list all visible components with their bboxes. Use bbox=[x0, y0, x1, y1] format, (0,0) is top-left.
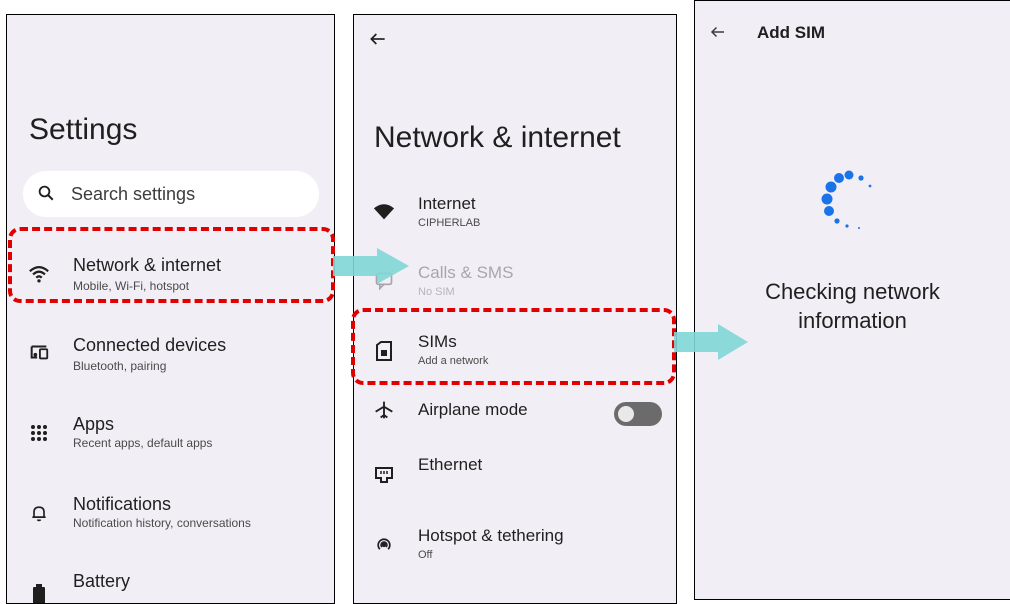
airplane-mode-toggle[interactable] bbox=[614, 402, 662, 426]
page-title: Add SIM bbox=[757, 23, 825, 42]
item-title: Connected devices bbox=[73, 335, 227, 355]
network-item-ethernet[interactable]: Ethernet bbox=[354, 455, 676, 515]
settings-item-connected-devices[interactable]: Connected devices Bluetooth, pairing bbox=[7, 330, 334, 390]
search-placeholder: Search settings bbox=[71, 184, 196, 204]
item-subtitle: Add a network bbox=[418, 355, 489, 367]
ethernet-icon bbox=[372, 463, 396, 487]
search-icon bbox=[37, 184, 55, 207]
item-title: Apps bbox=[73, 414, 115, 434]
item-title: Battery bbox=[73, 571, 131, 591]
toggle-knob bbox=[618, 406, 634, 422]
item-subtitle: No SIM bbox=[418, 286, 455, 298]
item-subtitle: CIPHERLAB bbox=[418, 217, 481, 229]
item-title: Notifications bbox=[73, 494, 172, 514]
item-subtitle: Notification history, conversations bbox=[73, 516, 251, 530]
network-item-airplane-mode[interactable]: Airplane mode bbox=[354, 396, 676, 456]
wifi-filled-icon bbox=[372, 200, 396, 224]
bell-icon bbox=[27, 501, 51, 525]
item-title: Hotspot & tethering bbox=[418, 526, 564, 545]
item-subtitle: Recent apps, default apps bbox=[73, 436, 213, 450]
airplane-icon bbox=[372, 398, 396, 422]
item-title: Internet bbox=[418, 194, 476, 213]
settings-item-battery[interactable]: Battery bbox=[7, 568, 334, 603]
wifi-icon bbox=[27, 262, 51, 286]
back-arrow-icon[interactable] bbox=[368, 29, 388, 54]
flow-arrow-icon bbox=[333, 248, 411, 289]
settings-screen: Settings Search settings Network & inter… bbox=[6, 14, 335, 604]
item-title: Calls & SMS bbox=[418, 263, 514, 282]
item-title: SIMs bbox=[418, 332, 457, 351]
add-sim-screen: Add SIM Checking network information bbox=[694, 0, 1010, 600]
item-title: Ethernet bbox=[418, 455, 483, 474]
item-subtitle: Off bbox=[418, 549, 433, 561]
settings-item-notifications[interactable]: Notifications Notification history, conv… bbox=[7, 491, 334, 551]
item-subtitle: Mobile, Wi-Fi, hotspot bbox=[73, 279, 190, 293]
connected-devices-icon bbox=[27, 340, 51, 364]
item-title: Network & internet bbox=[73, 255, 222, 275]
item-subtitle: Bluetooth, pairing bbox=[73, 359, 167, 373]
hotspot-icon bbox=[372, 533, 396, 557]
search-bar[interactable]: Search settings bbox=[23, 171, 319, 217]
battery-icon bbox=[27, 582, 51, 603]
apps-grid-icon bbox=[27, 421, 51, 445]
settings-item-apps[interactable]: Apps Recent apps, default apps bbox=[7, 411, 334, 471]
network-item-internet[interactable]: Internet CIPHERLAB bbox=[354, 191, 676, 251]
network-item-sims[interactable]: SIMs Add a network bbox=[354, 329, 676, 389]
page-title: Settings bbox=[29, 113, 138, 146]
loading-spinner-icon bbox=[811, 165, 887, 246]
settings-item-network[interactable]: Network & internet Mobile, Wi-Fi, hotspo… bbox=[7, 250, 334, 310]
network-item-hotspot[interactable]: Hotspot & tethering Off bbox=[354, 523, 676, 583]
sim-card-icon bbox=[372, 339, 396, 363]
flow-arrow-icon bbox=[674, 324, 750, 365]
back-arrow-icon[interactable] bbox=[709, 23, 727, 46]
status-line-1: Checking network bbox=[765, 279, 940, 304]
page-title: Network & internet bbox=[374, 121, 621, 154]
network-internet-screen: Network & internet Internet CIPHERLAB Ca… bbox=[353, 14, 677, 604]
item-title: Airplane mode bbox=[418, 400, 528, 419]
